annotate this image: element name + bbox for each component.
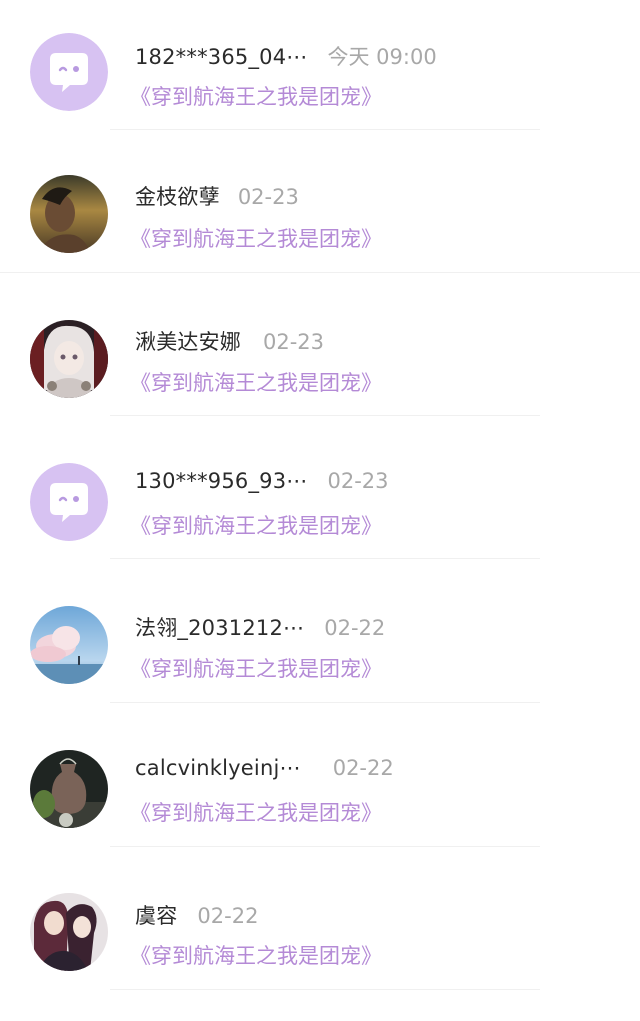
read-date: 02-22 (332, 756, 394, 780)
reader-name: 虞容 (135, 904, 178, 928)
book-title-link[interactable]: 《穿到航海王之我是团宠》 (130, 797, 382, 827)
reader-name: 金枝欲孽 (135, 185, 220, 209)
divider (110, 989, 540, 990)
reader-name: 182***365_04⋯ (135, 45, 308, 69)
avatar[interactable] (30, 33, 108, 111)
anime-couple-avatar-icon (30, 893, 108, 971)
list-item[interactable]: calcvinklyeinj⋯ 02-22 《穿到航海王之我是团宠》 (0, 748, 640, 878)
avatar[interactable] (30, 463, 108, 541)
divider (110, 558, 540, 559)
reader-name: 湫美达安娜 (135, 330, 241, 354)
book-title-link[interactable]: 《穿到航海王之我是团宠》 (130, 367, 382, 397)
book-title-link[interactable]: 《穿到航海王之我是团宠》 (130, 940, 382, 970)
divider (110, 415, 540, 416)
list-item[interactable]: 182***365_04⋯ 今天 09:00 《穿到航海王之我是团宠》 (0, 31, 640, 161)
divider (110, 702, 540, 703)
avatar[interactable] (30, 893, 108, 971)
list-item[interactable]: 金枝欲孽 02-23 《穿到航海王之我是团宠》 (0, 175, 640, 305)
avatar[interactable] (30, 175, 108, 253)
list-item[interactable]: 湫美达安娜 02-23 《穿到航海王之我是团宠》 (0, 318, 640, 448)
reader-name: 130***956_93⋯ (135, 469, 308, 493)
divider (110, 129, 540, 130)
read-date: 02-23 (263, 330, 325, 354)
reader-name: calcvinklyeinj⋯ (135, 756, 301, 780)
reader-name: 法翎_2031212⋯ (135, 616, 305, 640)
sky-clouds-avatar-icon (30, 606, 108, 684)
read-date: 02-23 (237, 185, 299, 209)
default-chat-avatar-icon (30, 33, 108, 111)
list-item[interactable]: 法翎_2031212⋯ 02-22 《穿到航海王之我是团宠》 (0, 604, 640, 734)
divider (0, 272, 640, 273)
read-date: 02-23 (327, 469, 389, 493)
book-title-link[interactable]: 《穿到航海王之我是团宠》 (130, 223, 382, 253)
default-chat-avatar-icon (30, 463, 108, 541)
read-date: 今天 09:00 (327, 45, 437, 69)
list-item[interactable]: 130***956_93⋯ 02-23 《穿到航海王之我是团宠》 (0, 461, 640, 591)
read-date: 02-22 (324, 616, 386, 640)
portrait-avatar-icon (30, 175, 108, 253)
read-date: 02-22 (197, 904, 259, 928)
reader-list: 182***365_04⋯ 今天 09:00 《穿到航海王之我是团宠》 金枝欲孽… (0, 0, 640, 1014)
book-title-link[interactable]: 《穿到航海王之我是团宠》 (130, 81, 382, 111)
book-title-link[interactable]: 《穿到航海王之我是团宠》 (130, 653, 382, 683)
divider (110, 846, 540, 847)
avatar[interactable] (30, 606, 108, 684)
book-title-link[interactable]: 《穿到航海王之我是团宠》 (130, 510, 382, 540)
avatar[interactable] (30, 320, 108, 398)
avatar[interactable] (30, 750, 108, 828)
anime-girl-avatar-icon (30, 320, 108, 398)
list-item[interactable]: 虞容 02-22 《穿到航海王之我是团宠》 (0, 891, 640, 1021)
vase-still-life-avatar-icon (30, 750, 108, 828)
